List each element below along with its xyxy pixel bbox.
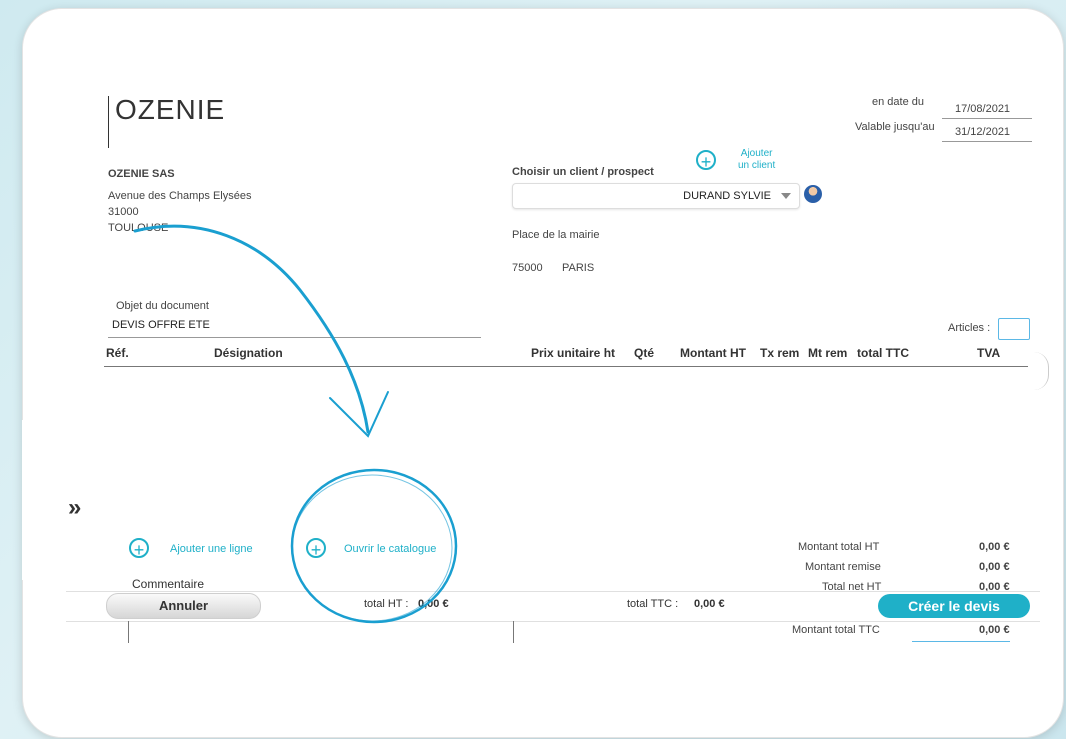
annotation-circle bbox=[290, 468, 458, 624]
annotation-overlay bbox=[133, 224, 458, 624]
